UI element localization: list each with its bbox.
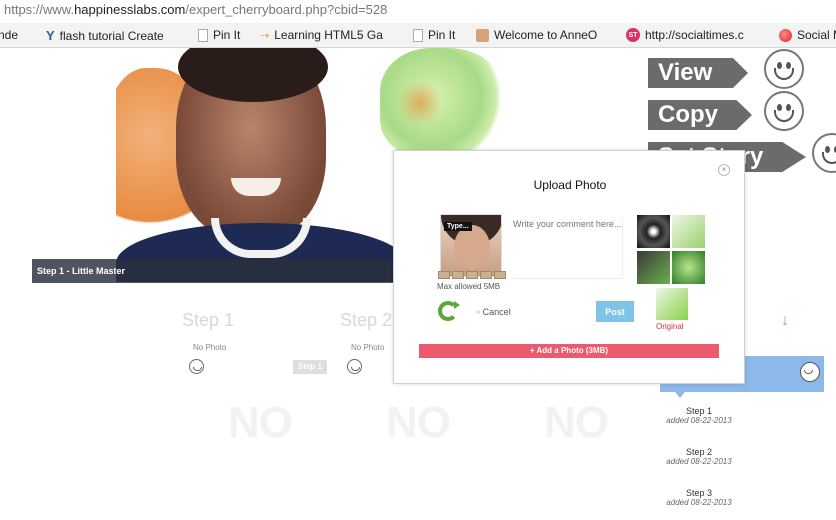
filter-thumbnails [438,271,506,279]
bookmark-label: Pin It [213,28,241,42]
step-title: Step 1 [182,310,235,330]
smiley-icon [812,133,836,173]
filter-thumbnail[interactable] [438,271,450,279]
no-photo-placeholder: NO [544,398,609,447]
bookmark-pin-it-2[interactable]: Pin It [413,28,455,42]
max-size-note: Max allowed 5MB [437,282,501,291]
arrow-icon: ⇢ [260,29,270,42]
bookmark-label: nde [0,28,19,42]
address-bar[interactable]: https://www.happinesslabs.com/expert_che… [0,0,836,22]
step-list-title: Step 2 [685,447,713,457]
photo-caption: Step 1 - Little Master [37,266,126,276]
original-thumbnail[interactable] [656,288,688,320]
filter-thumbnail[interactable] [452,271,464,279]
step-list-item[interactable]: Step 3 added 08-22-2013 [659,488,739,507]
post-button[interactable]: Post [596,301,634,322]
avatar-icon [476,28,489,42]
step-list-title: Step 3 [685,488,713,498]
bookmark-item[interactable]: nde [0,28,18,42]
page-icon [413,28,423,42]
red-circle-icon [779,28,792,42]
bookmark-socialtimes[interactable]: ST http://socialtimes.c [626,28,744,42]
no-photo-placeholder: NO [228,398,293,447]
bookmark-flash-tutorial[interactable]: Yflash tutorial Create [46,28,164,43]
refresh-icon[interactable] [438,301,460,321]
green-splash [380,48,510,158]
url-prefix: https://www. [4,2,75,17]
view-button[interactable]: View [648,58,748,88]
smiley-icon[interactable] [347,359,362,374]
url-path: /expert_cherryboard.php?cbid=528 [185,2,388,17]
bookmarks-bar: nde Yflash tutorial Create Pin It ⇢ Learn… [0,23,836,48]
smiley-icon[interactable] [189,359,204,374]
bookmark-label: http://socialtimes.c [645,28,744,42]
pointer-icon [672,388,688,398]
type-tag: Type... [444,222,472,231]
filter-thumbnail[interactable] [466,271,478,279]
bookmark-pin-it[interactable]: Pin It [198,28,240,42]
original-label: Original [656,322,684,331]
add-photo-button[interactable]: + Add a Photo (3MB) [419,344,719,358]
filter-thumbnail[interactable] [480,271,492,279]
bookmark-label: flash tutorial Create [59,28,164,43]
dialog-title: Upload Photo [533,178,607,192]
no-photo-label: No Photo [351,343,385,352]
no-photo-placeholder: NO [386,398,451,447]
gallery-thumbnail[interactable] [672,215,705,248]
gallery-thumbnail[interactable] [637,251,670,284]
close-icon[interactable]: × [718,164,730,176]
upload-photo-dialog: Upload Photo × Type... Max allowed 5MB O… [393,150,745,384]
step-list-item[interactable]: Step 1 added 08-22-2013 [659,406,739,425]
bookmark-anne[interactable]: Welcome to AnneO [476,28,597,42]
cancel-label: Cancel [482,307,511,317]
socialtimes-icon: ST [626,28,640,42]
yellow-dots [400,78,440,128]
smiley-icon[interactable] [800,362,820,382]
down-arrow-icon[interactable]: ↓ [781,312,789,330]
step-chip[interactable]: Step 1 [293,360,327,374]
bookmark-label: Pin It [428,28,456,42]
bookmark-learning-html5[interactable]: ⇢ Learning HTML5 Ga [260,28,383,42]
copy-button[interactable]: Copy [648,100,752,130]
bookmark-label: Welcome to AnneO [494,28,598,42]
bookmark-label: Social M [797,28,836,42]
v-icon: Y [46,28,55,43]
filter-thumbnail[interactable] [494,271,506,279]
photo-preview[interactable]: Type... [440,214,502,277]
bookmark-social-m[interactable]: Social M [779,28,836,42]
close-icon: × [476,308,481,317]
hero-photo [116,48,406,282]
step-list-item[interactable]: Step 2 added 08-22-2013 [659,447,739,466]
page-icon [198,28,208,42]
gallery-thumbnail[interactable] [672,251,705,284]
smiley-icon [764,49,804,89]
smiley-icon [764,91,804,131]
cancel-link[interactable]: × Cancel [476,307,511,317]
no-photo-label: No Photo [193,343,227,352]
face-shape [454,225,490,269]
step-list-date: added 08-22-2013 [666,457,732,466]
photo-caption-bar: Step 1 - Little Master [32,259,406,283]
url-host: happinesslabs.com [74,2,186,17]
step-list-date: added 08-22-2013 [666,416,732,425]
bookmark-label: Learning HTML5 Ga [274,28,383,42]
comment-input[interactable] [513,219,623,279]
step-title: Step 2 [340,310,393,330]
step-list-title: Step 1 [685,406,713,416]
step-list-date: added 08-22-2013 [666,498,732,507]
gallery-thumbnail[interactable] [637,215,670,248]
